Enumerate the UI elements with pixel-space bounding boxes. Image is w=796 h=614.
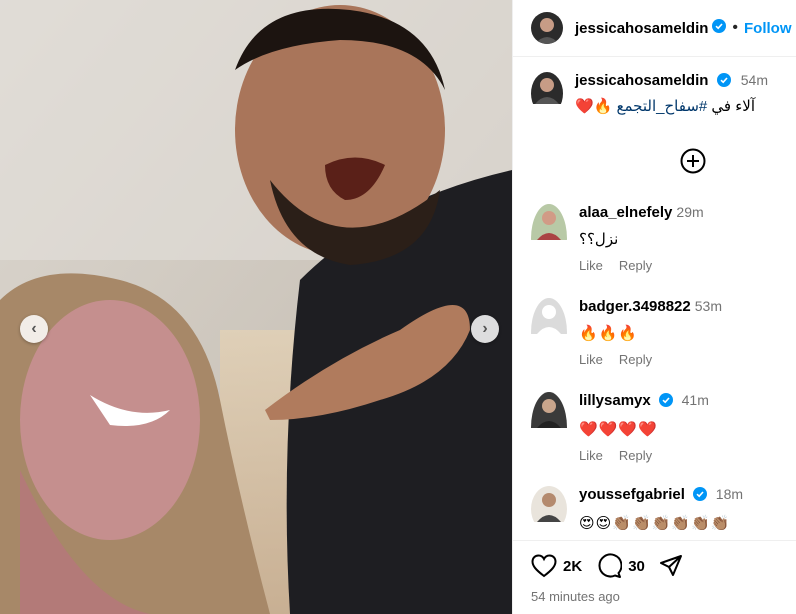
verified-badge-icon (693, 487, 708, 506)
like-comment-button[interactable]: Like (579, 448, 603, 463)
like-comment-button[interactable]: Like (579, 352, 603, 367)
like-count[interactable]: 2K (563, 558, 582, 575)
verified-badge-icon (716, 73, 731, 91)
verified-badge-icon (712, 18, 727, 38)
commenter-avatar[interactable] (531, 486, 567, 532)
comment-text: نزل؟؟ (579, 231, 619, 248)
comment-item: badger.3498822 53m 🔥🔥🔥 Like Reply (531, 298, 722, 367)
next-slide-button[interactable]: › (471, 315, 499, 343)
reply-comment-button[interactable]: Reply (619, 448, 652, 463)
reply-comment-button[interactable]: Reply (619, 352, 652, 367)
caption-author-avatar[interactable] (531, 72, 563, 115)
commenter-username[interactable]: youssefgabriel (579, 486, 685, 503)
author-username[interactable]: jessicahosameldin (575, 20, 708, 37)
posted-time: 54 minutes ago (531, 589, 620, 604)
caption-body: آلاء في (707, 98, 756, 115)
commenter-username[interactable]: badger.3498822 (579, 298, 691, 315)
caption-username[interactable]: jessicahosameldin (575, 72, 708, 89)
comment-icon[interactable] (596, 553, 623, 579)
commenter-avatar[interactable] (531, 392, 567, 463)
caption-emojis: 🔥❤️ (575, 97, 613, 115)
commenter-username[interactable]: alaa_elnefely (579, 204, 672, 221)
comment-time: 18m (715, 486, 744, 502)
reply-comment-button[interactable]: Reply (619, 258, 652, 273)
post-media[interactable]: ‹ › (0, 0, 512, 614)
heart-icon[interactable] (531, 554, 557, 578)
chevron-right-icon: › (482, 320, 488, 337)
post-header: jessicahosameldin • Follow (513, 0, 796, 57)
load-more-comments-button[interactable] (680, 148, 706, 179)
caption-time: 54m (740, 72, 768, 88)
comment-text: ❤️❤️❤️❤️ (579, 420, 658, 438)
comment-text: 🔥🔥🔥 (579, 324, 639, 342)
post-caption: jessicahosameldin 54m آلاء في #سفاح_التج… (531, 72, 768, 115)
post-footer: 2K 30 54 minutes ago (513, 540, 796, 614)
comment-item: youssefgabriel 18m 😍😍👏🏽👏🏽👏🏽👏🏽👏🏽👏🏽 (531, 486, 743, 532)
like-comment-button[interactable]: Like (579, 258, 603, 273)
chevron-left-icon: ‹ (31, 320, 37, 337)
comment-time: 29m (676, 204, 704, 220)
comment-count: 30 (628, 557, 645, 575)
commenter-username[interactable]: lillysamyx (579, 392, 651, 409)
post-photo (0, 0, 512, 614)
comment-item: lillysamyx 41m ❤️❤️❤️❤️ Like Reply (531, 392, 709, 463)
follow-button[interactable]: Follow (744, 20, 792, 37)
separator-dot: • (732, 19, 739, 36)
comment-item: alaa_elnefely 29m نزل؟؟ Like Reply (531, 204, 704, 273)
previous-slide-button[interactable]: ‹ (20, 315, 48, 343)
comment-time: 41m (681, 392, 709, 408)
comment-text: 😍😍👏🏽👏🏽👏🏽👏🏽👏🏽👏🏽 (579, 514, 731, 532)
plus-circle-icon (680, 148, 706, 174)
commenter-avatar[interactable] (531, 204, 567, 273)
caption-hashtag[interactable]: #سفاح_التجمع (617, 98, 708, 115)
comment-time: 53m (694, 298, 722, 314)
author-avatar[interactable] (531, 12, 563, 44)
caption-text: آلاء في #سفاح_التجمع 🔥❤️ (575, 97, 768, 115)
send-icon[interactable] (659, 554, 683, 578)
verified-badge-icon (659, 393, 674, 412)
commenter-avatar[interactable] (531, 298, 567, 367)
post-side-panel: jessicahosameldin • Follow jessicahosame… (512, 0, 796, 614)
